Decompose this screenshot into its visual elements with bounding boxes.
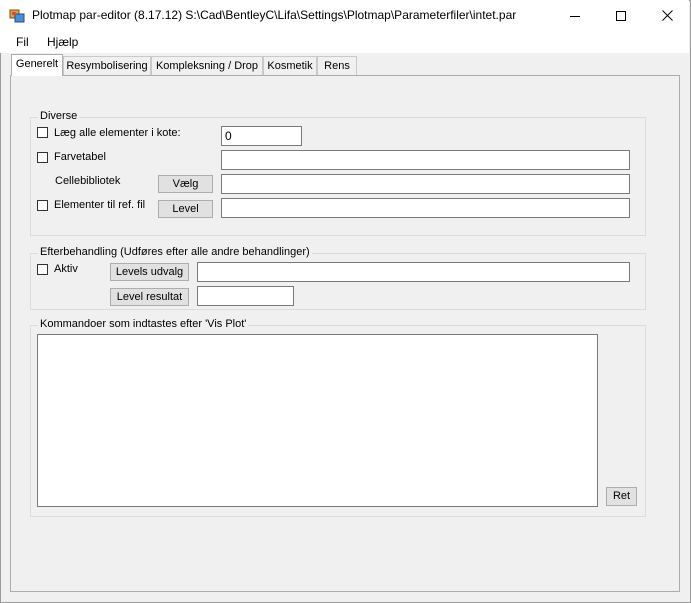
- kote-checkbox[interactable]: [37, 127, 48, 138]
- ref-fil-input[interactable]: [221, 198, 630, 218]
- maximize-button[interactable]: [598, 0, 644, 31]
- levels-udvalg-input[interactable]: [197, 262, 630, 282]
- ref-fil-checkbox[interactable]: [37, 200, 48, 211]
- tab-rens[interactable]: Rens: [317, 56, 357, 75]
- kote-input[interactable]: 0: [221, 126, 302, 146]
- diverse-group-title: Diverse: [38, 110, 80, 122]
- tab-resymbolisering[interactable]: Resymbolisering: [63, 56, 151, 75]
- tab-kompleksning-drop[interactable]: Kompleksning / Drop: [151, 56, 263, 75]
- cellebibliotek-label: Cellebibliotek: [55, 175, 121, 187]
- aktiv-checkbox[interactable]: [37, 264, 48, 275]
- kommandoer-group-title: Kommandoer som indtastes efter 'Vis Plot…: [38, 318, 249, 330]
- tab-kosmetik[interactable]: Kosmetik: [263, 56, 317, 75]
- level-resultat-button[interactable]: Level resultat: [110, 288, 189, 306]
- farvetabel-checkbox[interactable]: [37, 152, 48, 163]
- menu-fil[interactable]: Fil: [16, 35, 29, 49]
- level-button[interactable]: Level: [158, 200, 213, 218]
- tab-generelt[interactable]: Generelt: [11, 54, 63, 76]
- farvetabel-input[interactable]: [221, 150, 630, 170]
- app-icon: [9, 9, 25, 23]
- efterbehandling-group-title: Efterbehandling (Udføres efter alle andr…: [38, 246, 312, 258]
- level-resultat-input[interactable]: [197, 286, 294, 306]
- cellebibliotek-input[interactable]: [221, 174, 630, 194]
- close-icon: [661, 10, 673, 21]
- close-button[interactable]: [644, 0, 690, 31]
- kote-label: Læg alle elementer i kote:: [54, 127, 181, 139]
- ref-fil-label: Elementer til ref. fil: [54, 199, 146, 211]
- title-bar[interactable]: Plotmap par-editor (8.17.12) S:\Cad\Bent…: [0, 0, 689, 31]
- minimize-icon: [570, 15, 580, 17]
- menu-hjaelp[interactable]: Hjælp: [47, 35, 78, 49]
- minimize-button[interactable]: [552, 0, 598, 31]
- aktiv-label: Aktiv: [54, 263, 78, 275]
- window-title: Plotmap par-editor (8.17.12) S:\Cad\Bent…: [32, 8, 517, 22]
- maximize-icon: [616, 10, 626, 21]
- levels-udvalg-button[interactable]: Levels udvalg: [110, 263, 189, 281]
- farvetabel-label: Farvetabel: [54, 151, 106, 163]
- vaelg-button[interactable]: Vælg: [158, 175, 213, 193]
- kommandoer-textarea[interactable]: [37, 334, 598, 507]
- ret-button[interactable]: Ret: [606, 487, 637, 506]
- menu-bar: [0, 31, 689, 53]
